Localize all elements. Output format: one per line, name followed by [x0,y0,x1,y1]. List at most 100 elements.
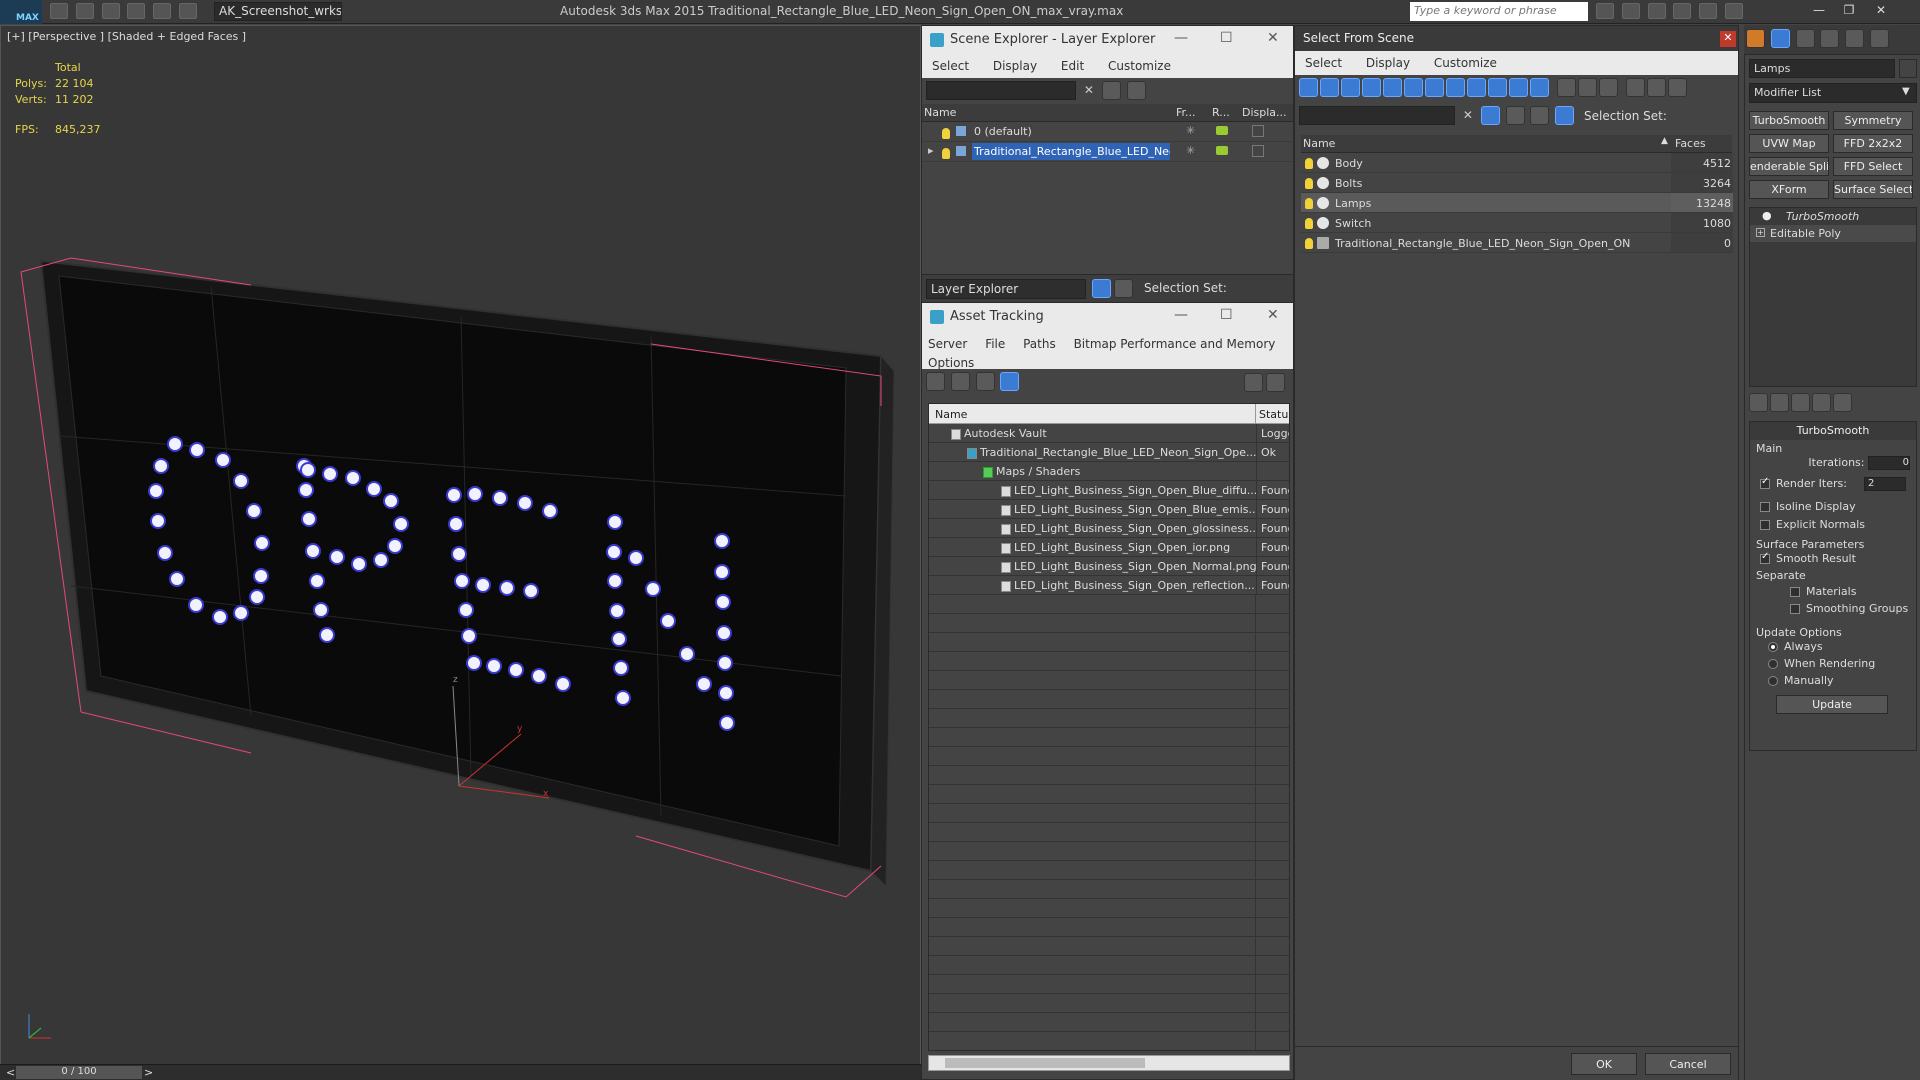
layer-add-icon[interactable] [1126,81,1146,100]
scene-explorer-titlebar[interactable]: Scene Explorer - Layer Explorer — ☐ ✕ [922,26,1293,54]
display-tab-icon[interactable] [1845,29,1865,48]
list-view-icon[interactable] [950,372,970,391]
rollout-title[interactable]: TurboSmooth [1750,422,1916,440]
modify-tab-icon[interactable] [1770,29,1790,48]
lightbulb-icon[interactable]: ● [1762,209,1772,222]
menu-customize[interactable]: Customize [1434,56,1497,70]
hierarchy-tab-icon[interactable] [1795,29,1815,48]
minimize-icon[interactable]: — [1810,3,1828,19]
hierarchy-mode-icon[interactable] [1114,279,1133,298]
object-name-field[interactable]: Lamps [1749,59,1895,78]
isoline-checkbox[interactable] [1760,502,1770,512]
select-all-icon[interactable] [1557,78,1576,97]
redo-icon[interactable] [153,3,172,19]
menu-select[interactable]: Select [1305,56,1342,70]
layer-row[interactable]: ▸ Traditional_Rectangle_Blue_LED_Neo... … [922,142,1293,162]
display-box-icon[interactable] [1252,145,1264,157]
stack-item[interactable]: + Editable Poly [1750,225,1916,242]
render-iters-spinner[interactable]: 2 [1864,477,1906,491]
create-tab-icon[interactable] [1746,29,1765,48]
minimize-icon[interactable]: — [1174,307,1188,323]
layers-icon[interactable] [1505,106,1525,125]
close-icon[interactable]: ✕ [1872,3,1890,19]
stack-item[interactable]: ● TurboSmooth [1750,208,1916,225]
freeze-icon[interactable]: ✳ [1186,124,1195,137]
container-filter-icon[interactable] [1488,78,1507,97]
menu-select[interactable]: Select [932,59,969,73]
xref-filter-icon[interactable] [1446,78,1465,97]
spacewarp-filter-icon[interactable] [1404,78,1423,97]
menu-edit[interactable]: Edit [1061,59,1084,73]
list-item[interactable]: Traditional_Rectangle_Blue_LED_Neon_Sign… [1301,233,1733,253]
menu-options[interactable]: Options [928,356,974,370]
layer-row[interactable]: 0 (default) ✳ [922,122,1293,142]
restore-icon[interactable]: ❐ [1840,3,1858,19]
freeze-icon[interactable]: ✳ [1186,144,1195,157]
frozen-filter-icon[interactable] [1509,78,1528,97]
table-row[interactable]: Maps / Shaders [929,462,1289,481]
table-row[interactable]: LED_Light_Business_Sign_Open_glossiness.… [929,519,1289,538]
refresh-icon[interactable] [926,372,945,391]
table-row[interactable]: LED_Light_Business_Sign_Open_ior.png Foun… [929,538,1289,557]
smooth-result-checkbox[interactable] [1760,551,1770,564]
list-item[interactable]: Lamps 13248 [1301,193,1733,213]
display-box-icon[interactable] [1252,125,1264,137]
col-display[interactable]: Displa... [1242,106,1287,119]
help-icon[interactable] [1725,3,1744,19]
layer-explorer-mode-icon[interactable] [1092,279,1111,298]
app-logo[interactable]: MAX [0,0,42,24]
search-input[interactable]: Type a keyword or phrase [1410,2,1588,21]
new-file-icon[interactable] [50,3,68,19]
layer-visibility-icon[interactable] [942,147,950,159]
cancel-button[interactable]: Cancel [1645,1053,1731,1075]
project-folder-icon[interactable] [179,3,198,19]
visibility-bulb-icon[interactable] [1305,157,1313,169]
sort-up-icon[interactable]: ▲ [1661,136,1668,146]
table-row[interactable]: Traditional_Rectangle_Blue_LED_Neon_Sign… [929,443,1289,462]
menu-bitmap-performance[interactable]: Bitmap Performance and Memory [1074,337,1276,351]
undo-icon[interactable] [127,3,146,19]
menu-customize[interactable]: Customize [1108,59,1171,73]
uvw-map-button[interactable]: UVW Map [1749,134,1829,153]
hierarchy-icon[interactable] [1555,106,1575,125]
time-frame-indicator[interactable]: 0 / 100 [16,1066,142,1079]
visibility-bulb-icon[interactable] [1305,177,1313,189]
col-faces[interactable]: Faces [1675,137,1706,150]
ffd-button[interactable]: FFD 2x2x2 [1833,134,1913,153]
minimize-icon[interactable]: — [1174,30,1188,46]
materials-checkbox[interactable] [1790,587,1800,597]
hidden-filter-icon[interactable] [1530,78,1549,97]
collapse-icon[interactable] [1668,78,1687,97]
render-iters-checkbox[interactable] [1760,476,1770,489]
table-row[interactable]: LED_Light_Business_Sign_Open_reflection.… [929,576,1289,595]
xform-button[interactable]: XForm [1749,180,1829,199]
explicit-normals-checkbox[interactable] [1760,520,1770,530]
show-end-result-icon[interactable] [1770,393,1789,412]
render-teapot-icon[interactable] [1216,126,1228,135]
clear-find-icon[interactable]: ✕ [1463,108,1473,122]
settings-icon[interactable] [1266,373,1285,392]
utilities-tab-icon[interactable] [1870,29,1890,48]
group-filter-icon[interactable] [1425,78,1444,97]
object-color-swatch[interactable] [1899,59,1917,78]
explorer-type-dropdown[interactable]: Layer Explorer [926,279,1086,299]
symmetry-button[interactable]: Symmetry [1833,111,1913,130]
always-radio[interactable] [1768,642,1778,652]
turbosmooth-button[interactable]: TurboSmooth [1749,111,1829,130]
table-row[interactable]: LED_Light_Business_Sign_Open_Blue_diffu.… [929,481,1289,500]
table-view-icon[interactable] [1000,372,1020,391]
ffd-select-button[interactable]: FFD Select [1833,157,1913,176]
thumbnail-view-icon[interactable] [975,372,995,391]
favorites-icon[interactable] [1673,3,1692,19]
remove-modifier-icon[interactable] [1812,393,1831,412]
col-name[interactable]: Name [1303,137,1335,150]
ok-button[interactable]: OK [1571,1053,1637,1075]
menu-display[interactable]: Display [1366,56,1410,70]
configure-sets-icon[interactable] [1833,393,1852,412]
table-row[interactable]: LED_Light_Business_Sign_Open_Blue_emis..… [929,500,1289,519]
make-unique-icon[interactable] [1791,393,1810,412]
helper-filter-icon[interactable] [1383,78,1402,97]
col-render[interactable]: R... [1212,106,1230,119]
col-name[interactable]: Name [924,106,956,119]
layer-stack-icon[interactable] [1530,106,1550,125]
